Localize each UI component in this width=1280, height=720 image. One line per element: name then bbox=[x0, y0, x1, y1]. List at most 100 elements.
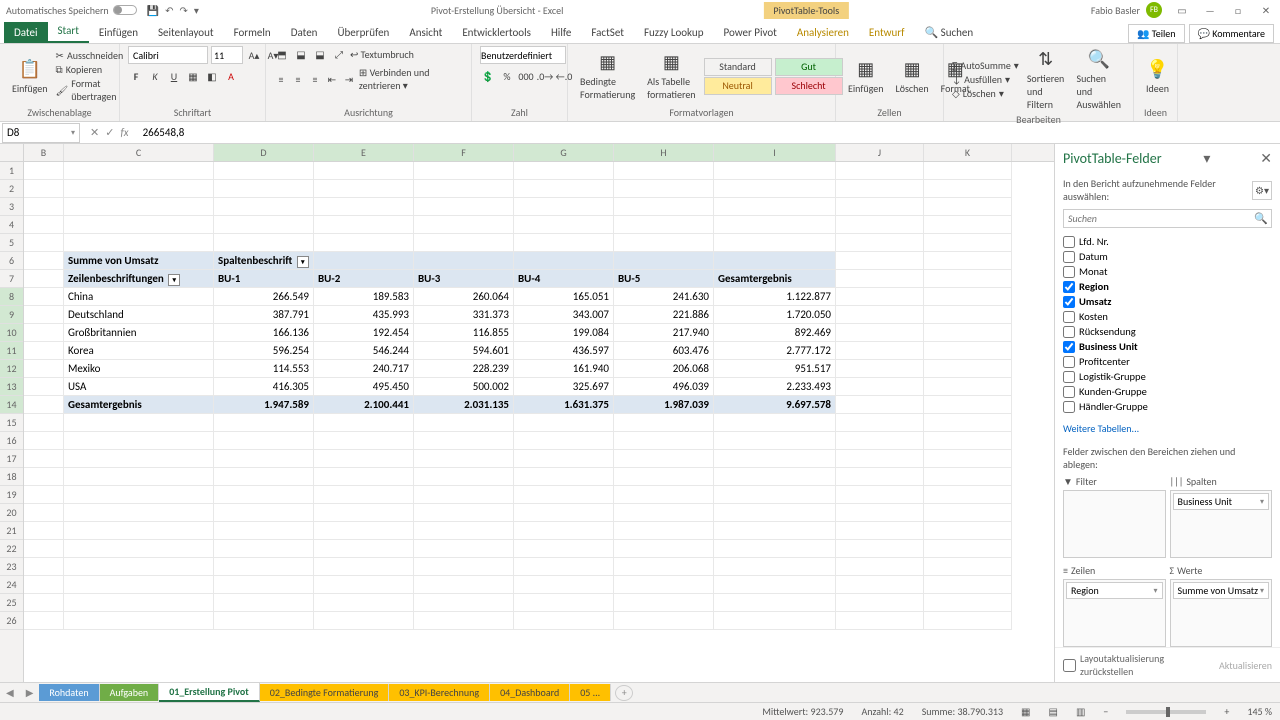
field-checkbox[interactable] bbox=[1063, 371, 1075, 383]
cell[interactable] bbox=[514, 558, 614, 576]
cell[interactable] bbox=[836, 432, 924, 450]
cell[interactable]: BU-3 bbox=[414, 270, 514, 288]
field-checkbox[interactable] bbox=[1063, 326, 1075, 338]
pivot-col-label[interactable]: Spaltenbeschrift ▾ bbox=[214, 252, 314, 270]
col-header[interactable]: D bbox=[214, 144, 314, 161]
cell[interactable]: 435.993 bbox=[314, 306, 414, 324]
col-header[interactable]: B bbox=[24, 144, 64, 161]
style-neutral[interactable]: Neutral bbox=[704, 77, 772, 95]
col-header[interactable]: E bbox=[314, 144, 414, 161]
cell[interactable] bbox=[214, 594, 314, 612]
cell[interactable] bbox=[836, 576, 924, 594]
cell[interactable] bbox=[314, 162, 414, 180]
cell[interactable] bbox=[64, 540, 214, 558]
cell[interactable]: 1.947.589 bbox=[214, 396, 314, 414]
cell[interactable] bbox=[414, 522, 514, 540]
more-tables-link[interactable]: Weitere Tabellen... bbox=[1055, 418, 1280, 439]
tab-start[interactable]: Start bbox=[48, 20, 89, 43]
field-checkbox[interactable] bbox=[1063, 356, 1075, 368]
cell[interactable]: 546.244 bbox=[314, 342, 414, 360]
new-sheet-button[interactable]: + bbox=[615, 685, 633, 701]
cell[interactable] bbox=[214, 180, 314, 198]
cell[interactable]: 217.940 bbox=[614, 324, 714, 342]
field-checkbox[interactable] bbox=[1063, 281, 1075, 293]
row-header[interactable]: 2 bbox=[0, 180, 23, 198]
cell[interactable]: 325.697 bbox=[514, 378, 614, 396]
cell[interactable] bbox=[214, 198, 314, 216]
cell[interactable] bbox=[924, 306, 1012, 324]
undo-icon[interactable]: ↶ bbox=[165, 4, 173, 17]
cell[interactable] bbox=[714, 450, 836, 468]
indent-inc-icon[interactable]: ⇥ bbox=[342, 71, 356, 87]
area-column-item[interactable]: Business Unit bbox=[1173, 493, 1270, 510]
cell[interactable] bbox=[64, 486, 214, 504]
pivot-row-item[interactable]: USA bbox=[64, 378, 214, 396]
row-header[interactable]: 21 bbox=[0, 522, 23, 540]
align-middle-icon[interactable]: ⬓ bbox=[293, 46, 309, 62]
row-header[interactable]: 13 bbox=[0, 378, 23, 396]
cell[interactable] bbox=[614, 540, 714, 558]
cell[interactable]: 114.553 bbox=[214, 360, 314, 378]
cell[interactable] bbox=[614, 216, 714, 234]
cell[interactable] bbox=[64, 432, 214, 450]
cell[interactable]: 161.940 bbox=[514, 360, 614, 378]
cell[interactable]: 1.720.050 bbox=[714, 306, 836, 324]
cell[interactable] bbox=[64, 504, 214, 522]
tab-view[interactable]: Ansicht bbox=[399, 22, 452, 43]
cell[interactable] bbox=[24, 522, 64, 540]
user-account[interactable]: Fabio Basler FB bbox=[1091, 2, 1162, 18]
field-item[interactable]: Lfd. Nr. bbox=[1063, 234, 1272, 249]
cell[interactable] bbox=[614, 612, 714, 630]
cell[interactable] bbox=[614, 252, 714, 270]
cell[interactable] bbox=[514, 414, 614, 432]
field-item[interactable]: Business Unit bbox=[1063, 339, 1272, 354]
row-header[interactable]: 1 bbox=[0, 162, 23, 180]
cell[interactable] bbox=[64, 198, 214, 216]
tab-review[interactable]: Überprüfen bbox=[327, 22, 399, 43]
ideas-button[interactable]: 💡Ideen bbox=[1142, 56, 1173, 97]
cell[interactable] bbox=[314, 612, 414, 630]
tab-help[interactable]: Hilfe bbox=[541, 22, 581, 43]
cell[interactable] bbox=[614, 180, 714, 198]
area-columns-dropzone[interactable]: Business Unit bbox=[1170, 490, 1273, 558]
comments-button[interactable]: 💬 Kommentare bbox=[1189, 24, 1274, 43]
cell[interactable] bbox=[836, 378, 924, 396]
cell[interactable] bbox=[214, 522, 314, 540]
cell[interactable] bbox=[614, 558, 714, 576]
cell[interactable] bbox=[924, 378, 1012, 396]
cell[interactable]: 951.517 bbox=[714, 360, 836, 378]
copy-button[interactable]: ⧉ Kopieren bbox=[56, 63, 124, 76]
cell[interactable]: 189.583 bbox=[314, 288, 414, 306]
row-header[interactable]: 18 bbox=[0, 468, 23, 486]
pivot-row-label[interactable]: Zeilenbeschriftungen ▾ bbox=[64, 270, 214, 288]
field-item[interactable]: Profitcenter bbox=[1063, 354, 1272, 369]
cell[interactable] bbox=[214, 612, 314, 630]
tab-fuzzy[interactable]: Fuzzy Lookup bbox=[634, 22, 714, 43]
cell[interactable] bbox=[714, 522, 836, 540]
tab-data[interactable]: Daten bbox=[281, 22, 328, 43]
cell[interactable] bbox=[414, 450, 514, 468]
cell[interactable] bbox=[836, 540, 924, 558]
cell[interactable] bbox=[24, 324, 64, 342]
cell[interactable]: 603.476 bbox=[614, 342, 714, 360]
redo-icon[interactable]: ↷ bbox=[180, 4, 188, 17]
cell[interactable] bbox=[714, 162, 836, 180]
cell[interactable] bbox=[24, 342, 64, 360]
row-header[interactable]: 23 bbox=[0, 558, 23, 576]
cancel-formula-icon[interactable]: ✕ bbox=[90, 126, 99, 139]
cell[interactable] bbox=[64, 468, 214, 486]
field-checkbox[interactable] bbox=[1063, 296, 1075, 308]
cell[interactable] bbox=[24, 594, 64, 612]
row-header[interactable]: 9 bbox=[0, 306, 23, 324]
field-search-input[interactable] bbox=[1063, 209, 1272, 228]
paste-button[interactable]: 📋Einfügen bbox=[8, 56, 52, 97]
cell[interactable] bbox=[924, 504, 1012, 522]
share-button[interactable]: 👥 Teilen bbox=[1128, 24, 1185, 43]
field-checkbox[interactable] bbox=[1063, 251, 1075, 263]
cell[interactable] bbox=[924, 342, 1012, 360]
row-header[interactable]: 11 bbox=[0, 342, 23, 360]
cell[interactable] bbox=[714, 576, 836, 594]
cell[interactable] bbox=[836, 522, 924, 540]
cell[interactable] bbox=[924, 234, 1012, 252]
row-header[interactable]: 24 bbox=[0, 576, 23, 594]
